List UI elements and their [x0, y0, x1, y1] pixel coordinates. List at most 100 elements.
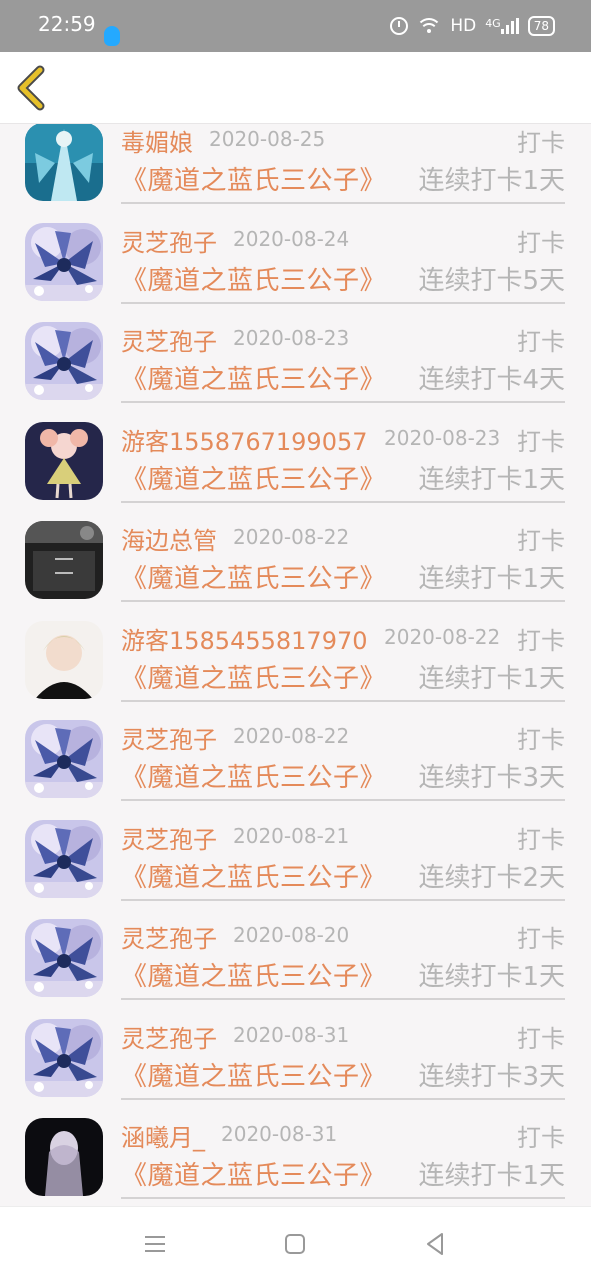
user-name[interactable]: 灵芝孢子: [121, 820, 217, 855]
book-title[interactable]: 《魔道之蓝氏三公子》: [121, 857, 386, 894]
user-name[interactable]: 灵芝孢子: [121, 223, 217, 258]
back-button[interactable]: [12, 64, 56, 112]
checkin-date: 2020-08-23: [233, 326, 350, 350]
avatar[interactable]: [25, 421, 103, 500]
book-title[interactable]: 《魔道之蓝氏三公子》: [121, 160, 386, 197]
checkin-row[interactable]: 灵芝孢子 2020-08-20 打卡 《魔道之蓝氏三公子》 连续打卡1天: [0, 902, 591, 1002]
checkin-date: 2020-08-22: [233, 724, 350, 748]
checkin-row[interactable]: 灵芝孢子 2020-08-31 打卡 《魔道之蓝氏三公子》 连续打卡3天: [0, 1002, 591, 1102]
row-divider: [121, 401, 565, 403]
book-title[interactable]: 《魔道之蓝氏三公子》: [121, 956, 386, 993]
back-triangle-icon[interactable]: [420, 1229, 450, 1259]
user-name[interactable]: 毒媚娘: [121, 124, 193, 158]
chevron-left-icon: [17, 65, 45, 111]
menu-icon[interactable]: [140, 1229, 170, 1259]
streak-text: 连续打卡3天: [418, 1061, 565, 1092]
checkin-label: 打卡: [517, 228, 565, 257]
streak-text: 连续打卡5天: [418, 265, 565, 296]
avatar[interactable]: [25, 222, 103, 301]
avatar[interactable]: [25, 919, 103, 997]
avatar[interactable]: [25, 521, 103, 599]
streak-text: 连续打卡2天: [418, 862, 565, 893]
checkin-label: 打卡: [517, 328, 565, 356]
checkin-label: 打卡: [517, 129, 565, 157]
checkin-row[interactable]: 灵芝孢子 2020-08-22 打卡 《魔道之蓝氏三公子》 连续打卡3天: [0, 703, 591, 803]
checkin-row[interactable]: 涵曦月_ 2020-08-31 打卡 《魔道之蓝氏三公子》 连续打卡1天: [0, 1101, 591, 1201]
book-title[interactable]: 《魔道之蓝氏三公子》: [121, 757, 386, 794]
user-name[interactable]: 游客1558767199057: [121, 422, 368, 457]
checkin-row[interactable]: 灵芝孢子 2020-08-24 打卡 《魔道之蓝氏三公子》 连续打卡5天: [0, 206, 591, 306]
book-title[interactable]: 《魔道之蓝氏三公子》: [121, 1056, 386, 1093]
checkin-row[interactable]: 海边总管 2020-08-22 打卡 《魔道之蓝氏三公子》 连续打卡1天: [0, 504, 591, 604]
user-name[interactable]: 灵芝孢子: [121, 720, 217, 755]
checkin-date: 2020-08-31: [221, 1122, 338, 1146]
status-icons: HD 4G 78: [390, 14, 555, 38]
avatar[interactable]: [25, 720, 103, 798]
status-time: 22:59: [38, 12, 96, 36]
checkin-date: 2020-08-21: [233, 823, 350, 848]
signal-icon: 4G: [485, 18, 519, 34]
row-divider: [121, 500, 565, 503]
avatar[interactable]: [25, 620, 103, 699]
checkin-label: 打卡: [517, 825, 565, 854]
user-name[interactable]: 灵芝孢子: [121, 322, 217, 357]
row-divider: [121, 1197, 565, 1199]
system-nav-bar: [0, 1206, 591, 1281]
status-bar: 22:59 HD 4G 78: [0, 0, 591, 52]
row-divider: [121, 202, 565, 204]
avatar[interactable]: [25, 1118, 103, 1196]
checkin-date: 2020-08-31: [233, 1022, 350, 1047]
checkin-label: 打卡: [517, 427, 565, 456]
signal-label: 4G: [485, 17, 501, 30]
checkin-label: 打卡: [517, 925, 565, 953]
avatar[interactable]: [25, 124, 103, 201]
top-header: [0, 52, 591, 124]
row-divider: [121, 799, 565, 801]
avatar[interactable]: [25, 819, 103, 898]
streak-text: 连续打卡1天: [418, 166, 565, 196]
checkin-list[interactable]: 毒媚娘 2020-08-25 打卡 《魔道之蓝氏三公子》 连续打卡1天 灵芝孢子…: [0, 124, 591, 1206]
row-divider: [121, 998, 565, 1000]
avatar[interactable]: [25, 322, 103, 400]
checkin-label: 打卡: [517, 726, 565, 754]
row-divider: [121, 898, 565, 901]
user-name[interactable]: 游客1585455817970: [121, 621, 368, 656]
checkin-date: 2020-08-24: [233, 226, 350, 251]
checkin-row[interactable]: 灵芝孢子 2020-08-21 打卡 《魔道之蓝氏三公子》 连续打卡2天: [0, 803, 591, 903]
checkin-label: 打卡: [517, 626, 565, 655]
book-title[interactable]: 《魔道之蓝氏三公子》: [121, 658, 386, 695]
streak-text: 连续打卡4天: [418, 365, 565, 395]
streak-text: 连续打卡1天: [418, 663, 565, 694]
home-icon[interactable]: [280, 1229, 310, 1259]
network-label: HD: [450, 16, 477, 36]
checkin-label: 打卡: [517, 527, 565, 555]
row-divider: [121, 600, 565, 602]
book-title[interactable]: 《魔道之蓝氏三公子》: [121, 558, 386, 595]
user-name[interactable]: 灵芝孢子: [121, 1019, 217, 1054]
checkin-row[interactable]: 游客1558767199057 2020-08-23 打卡 《魔道之蓝氏三公子》…: [0, 405, 591, 505]
checkin-row[interactable]: 游客1585455817970 2020-08-22 打卡 《魔道之蓝氏三公子》…: [0, 604, 591, 704]
checkin-row[interactable]: 毒媚娘 2020-08-25 打卡 《魔道之蓝氏三公子》 连续打卡1天: [0, 124, 591, 206]
streak-text: 连续打卡1天: [418, 1161, 565, 1191]
book-title[interactable]: 《魔道之蓝氏三公子》: [121, 260, 386, 297]
streak-text: 连续打卡1天: [418, 564, 565, 594]
book-title[interactable]: 《魔道之蓝氏三公子》: [121, 359, 386, 396]
row-divider: [121, 699, 565, 702]
checkin-date: 2020-08-22: [384, 624, 501, 649]
user-name[interactable]: 灵芝孢子: [121, 919, 217, 954]
user-name[interactable]: 涵曦月_: [121, 1118, 205, 1153]
streak-text: 连续打卡1天: [418, 962, 565, 992]
row-divider: [121, 1097, 565, 1100]
book-title[interactable]: 《魔道之蓝氏三公子》: [121, 459, 386, 496]
checkin-date: 2020-08-23: [384, 425, 501, 450]
user-name[interactable]: 海边总管: [121, 521, 217, 556]
checkin-date: 2020-08-22: [233, 525, 350, 549]
checkin-row[interactable]: 灵芝孢子 2020-08-23 打卡 《魔道之蓝氏三公子》 连续打卡4天: [0, 305, 591, 405]
alarm-icon: [390, 17, 409, 35]
checkin-date: 2020-08-20: [233, 923, 350, 947]
avatar[interactable]: [25, 1018, 103, 1097]
wifi-icon: [417, 18, 442, 34]
checkin-date: 2020-08-25: [209, 127, 326, 151]
checkin-label: 打卡: [517, 1024, 565, 1053]
book-title[interactable]: 《魔道之蓝氏三公子》: [121, 1155, 386, 1192]
